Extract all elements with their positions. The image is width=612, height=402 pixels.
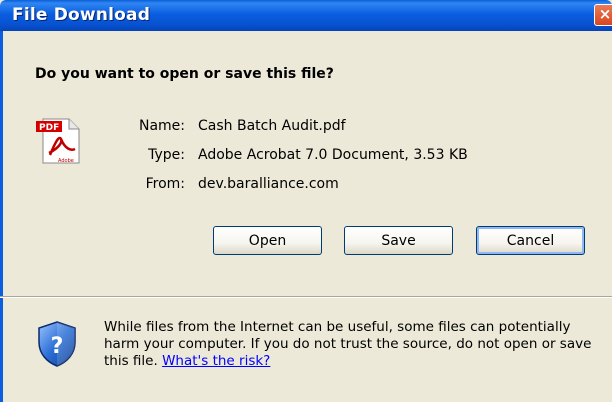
dialog-question: Do you want to open or save this file? [35, 66, 334, 82]
security-warning: While files from the Internet can be use… [104, 319, 602, 370]
file-type-value: Adobe Acrobat 7.0 Document, 3.53 KB [198, 147, 468, 163]
shield-question-icon: ? [38, 321, 76, 367]
file-from-label: From: [145, 176, 185, 192]
svg-text:Adobe: Adobe [58, 158, 74, 164]
file-name-value: Cash Batch Audit.pdf [198, 118, 346, 134]
svg-text:PDF: PDF [39, 123, 59, 133]
save-button[interactable]: Save [344, 226, 453, 255]
svg-text:?: ? [51, 334, 64, 359]
separator [0, 296, 612, 298]
file-type-label: Type: [148, 147, 185, 163]
close-icon: × [598, 5, 612, 23]
close-button[interactable]: × [594, 4, 612, 26]
window-title: File Download [12, 5, 151, 25]
whats-the-risk-link[interactable]: What's the risk? [162, 353, 270, 369]
cancel-button[interactable]: Cancel [476, 226, 585, 255]
file-from-value: dev.baralliance.com [198, 176, 339, 192]
file-name-label: Name: [138, 118, 185, 134]
pdf-file-icon: PDF Adobe [36, 118, 80, 164]
open-button[interactable]: Open [213, 226, 322, 255]
title-bar[interactable]: File Download × [0, 0, 612, 31]
